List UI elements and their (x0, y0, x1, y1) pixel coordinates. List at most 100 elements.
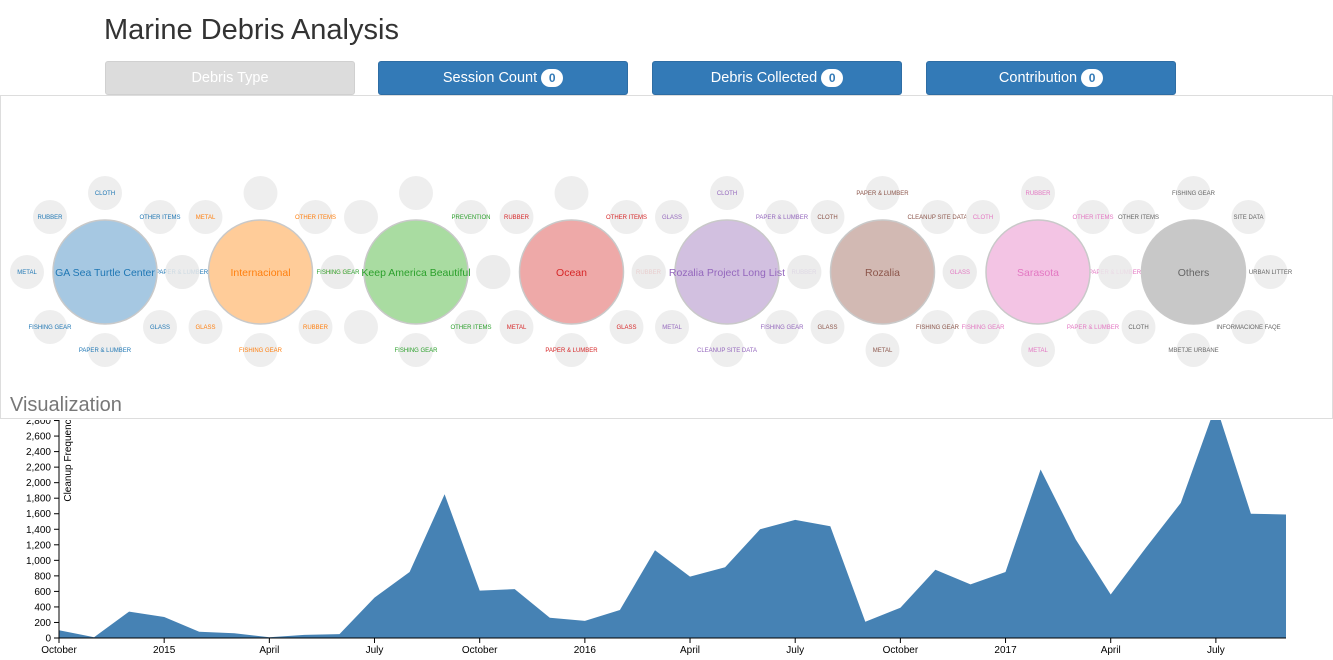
satellite-label: FISHING GEAR (1172, 191, 1216, 197)
satellite-label: CLOTH (95, 191, 115, 197)
satellite-label: RUBBER (303, 325, 329, 331)
satellite-node[interactable] (554, 176, 589, 210)
satellite-node[interactable] (787, 255, 822, 289)
x-tick-label: 2015 (153, 645, 176, 656)
satellite-node[interactable] (344, 310, 378, 344)
y-tick-label: 200 (34, 618, 51, 629)
group-label: Rozalia Project Long List (669, 267, 785, 279)
x-tick-label: October (462, 645, 498, 656)
section-label: Visualization (10, 394, 122, 416)
satellite-node[interactable] (399, 176, 433, 210)
satellite-label: METAL (1028, 348, 1048, 354)
x-tick-label: July (1207, 645, 1225, 656)
satellite-label: GLASS (662, 215, 682, 221)
satellite-label: FISHING GEAR (28, 325, 72, 331)
y-tick-label: 1,800 (26, 494, 51, 505)
x-tick-label: April (1101, 645, 1121, 656)
satellite-label: OTHER ITEMS (1072, 215, 1113, 221)
group-label: GA Sea Turtle Center (55, 267, 155, 279)
satellite-label: OTHER ITEMS (295, 215, 336, 221)
satellite-label: RUBBER (504, 215, 530, 221)
satellite-label: RUBBER (37, 215, 63, 221)
satellite-label: PREVENTION (451, 215, 490, 221)
satellite-node[interactable] (344, 200, 378, 234)
y-tick-label: 1,600 (26, 509, 51, 520)
y-axis-label: Cleanup Frequency (63, 420, 74, 502)
satellite-label: CLEANUP SITE DATA (697, 348, 757, 354)
y-tick-label: 0 (45, 634, 51, 645)
satellite-label: CLOTH (973, 215, 993, 221)
y-tick-label: 2,000 (26, 478, 51, 489)
satellite-label: INFORMACIONE FAQE (1216, 325, 1280, 331)
x-tick-label: July (786, 645, 804, 656)
satellite-label: OTHER ITEMS (139, 215, 180, 221)
satellite-node[interactable] (476, 255, 511, 289)
satellite-label: PAPER & LUMBER (79, 348, 132, 354)
satellite-label: CLOTH (1128, 325, 1148, 331)
x-tick-label: 2016 (574, 645, 597, 656)
series-area (59, 420, 1286, 638)
satellite-label: PAPER & LUMBER (545, 348, 598, 354)
group-label: Others (1178, 267, 1210, 279)
y-tick-label: 800 (34, 571, 51, 582)
x-axis: October 2015 April July October 2016 April July… (41, 637, 1286, 656)
group-label: Ocean (556, 267, 587, 279)
satellite-label: FISHING GEAR (394, 348, 438, 354)
y-tick-label: 1,000 (26, 556, 51, 567)
group-label: Internacional (230, 267, 290, 279)
area-chart: 0 200 400 600 800 1,000 1,200 1,400 1,600 1,800 2,… (26, 420, 1286, 656)
satellite-node[interactable] (1098, 255, 1133, 289)
satellite-label: CLOTH (817, 215, 837, 221)
satellite-label: FISHING GEAR (760, 325, 804, 331)
group-label: Rozalia (865, 267, 900, 279)
satellite-label: RUBBER (1025, 191, 1051, 197)
satellite-label: URBAN LITTER (1249, 270, 1293, 276)
satellite-label: FISHING GEAR (961, 325, 1005, 331)
satellite-label: PAPER & LUMBER (856, 191, 909, 197)
satellite-label: FISHING GEAR (916, 325, 960, 331)
y-tick-label: 2,600 (26, 432, 51, 443)
satellite-label: CLOTH (717, 191, 737, 197)
x-tick-label: April (259, 645, 279, 656)
x-tick-label: October (883, 645, 919, 656)
satellite-node[interactable] (632, 255, 666, 289)
satellite-label: GLASS (817, 325, 837, 331)
satellite-label: METAL (196, 215, 216, 221)
y-tick-label: 400 (34, 602, 51, 613)
group-node[interactable]: FISHING GEAR SITE DATA URBAN LITTER INFORMA… (1098, 176, 1293, 367)
satellite-label: FISHING GEAR (239, 348, 283, 354)
x-tick-label: April (680, 645, 700, 656)
y-tick-label: 1,400 (26, 525, 51, 536)
satellite-label: PAPER & LUMBER (756, 215, 809, 221)
satellite-label: METAL (662, 325, 682, 331)
group-label: Sarasota (1017, 267, 1059, 279)
satellite-label: FISHING GEAR (316, 270, 360, 276)
x-tick-label: October (41, 645, 77, 656)
y-tick-label: 2,800 (26, 420, 51, 427)
satellite-label: GLASS (616, 325, 636, 331)
satellite-label: GLASS (150, 325, 170, 331)
x-tick-label: July (366, 645, 384, 656)
group-label: Keep America Beautiful (361, 267, 470, 279)
y-tick-label: 2,400 (26, 447, 51, 458)
satellite-node[interactable] (243, 176, 278, 210)
y-tick-label: 600 (34, 587, 51, 598)
satellite-label: PAPER & LUMBER (1067, 325, 1120, 331)
satellite-label: OTHER ITEMS (1118, 215, 1159, 221)
y-tick-label: 2,200 (26, 463, 51, 474)
satellite-label: SITE DATA (1233, 215, 1263, 221)
bubble-chart: CLOTH OTHER ITEMS PAPER & LUMBER GLASS PAPER… (10, 176, 1293, 367)
satellite-label: OTHER ITEMS (450, 325, 491, 331)
satellite-label: CLEANUP SITE DATA (907, 215, 967, 221)
y-axis: 0 200 400 600 800 1,000 1,200 1,400 1,600 1,800 2,… (26, 420, 60, 645)
y-tick-label: 1,200 (26, 540, 51, 551)
satellite-label: METAL (17, 270, 37, 276)
satellite-label: MBETJE URBANE (1168, 348, 1218, 354)
satellite-label: OTHER ITEMS (606, 215, 647, 221)
satellite-label: METAL (873, 348, 893, 354)
x-tick-label: 2017 (994, 645, 1017, 656)
satellite-label: GLASS (950, 270, 970, 276)
satellite-node[interactable] (165, 255, 200, 289)
satellite-label: GLASS (195, 325, 215, 331)
satellite-label: METAL (507, 325, 527, 331)
